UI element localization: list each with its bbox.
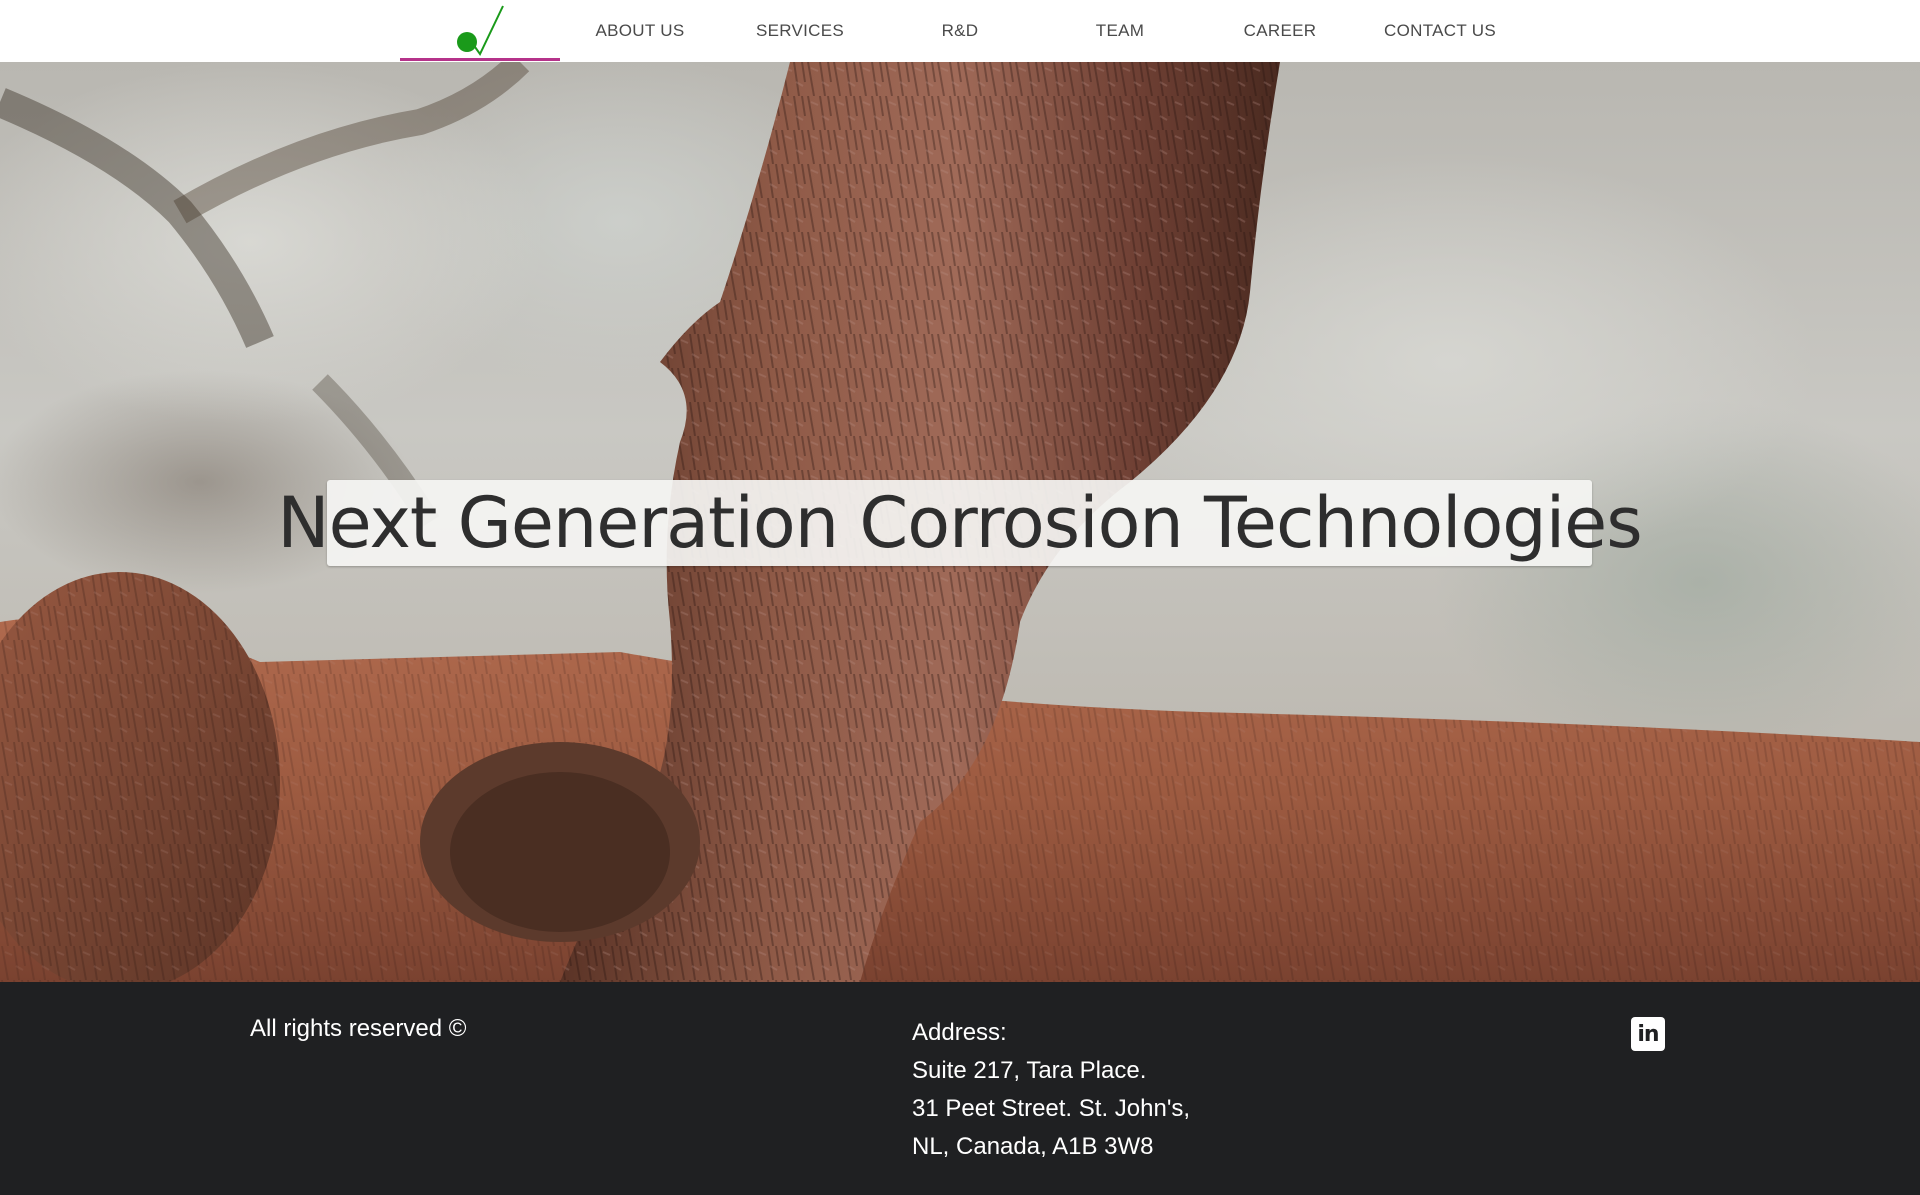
headline-banner: Next Generation Corrosion Technologies [277, 480, 1643, 566]
nav-career[interactable]: CAREER [1200, 20, 1360, 42]
hero-banner: Next Generation Corrosion Technologies [0, 62, 1920, 982]
linkedin-icon[interactable]: in [1631, 1017, 1665, 1051]
nav-services[interactable]: SERVICES [720, 20, 880, 42]
nav-r-and-d[interactable]: R&D [880, 20, 1040, 42]
copyright-text: All rights reserved © [250, 1015, 467, 1042]
checkmark-dot-logo-icon [457, 5, 504, 56]
address-line-2: 31 Peet Street. St. John's, [912, 1095, 1191, 1122]
active-nav-underline [400, 58, 560, 61]
hero-headline: Next Generation Corrosion Technologies [277, 482, 1642, 564]
site-footer: All rights reserved © Address: Suite 217… [0, 982, 1920, 1195]
top-navigation: ABOUT US SERVICES R&D TEAM CAREER CONTAC… [0, 0, 1920, 62]
address-line-3: NL, Canada, A1B 3W8 [912, 1133, 1154, 1160]
nav-about-us[interactable]: ABOUT US [560, 20, 720, 42]
nav-contact-us[interactable]: CONTACT US [1360, 20, 1520, 42]
address-block: Address: Suite 217, Tara Place. 31 Peet … [912, 1014, 1190, 1166]
home-logo-link[interactable] [400, 0, 560, 62]
address-heading: Address: [912, 1019, 1007, 1046]
nav-team[interactable]: TEAM [1040, 20, 1200, 42]
linkedin-glyph: in [1637, 1021, 1659, 1047]
address-line-1: Suite 217, Tara Place. [912, 1057, 1147, 1084]
